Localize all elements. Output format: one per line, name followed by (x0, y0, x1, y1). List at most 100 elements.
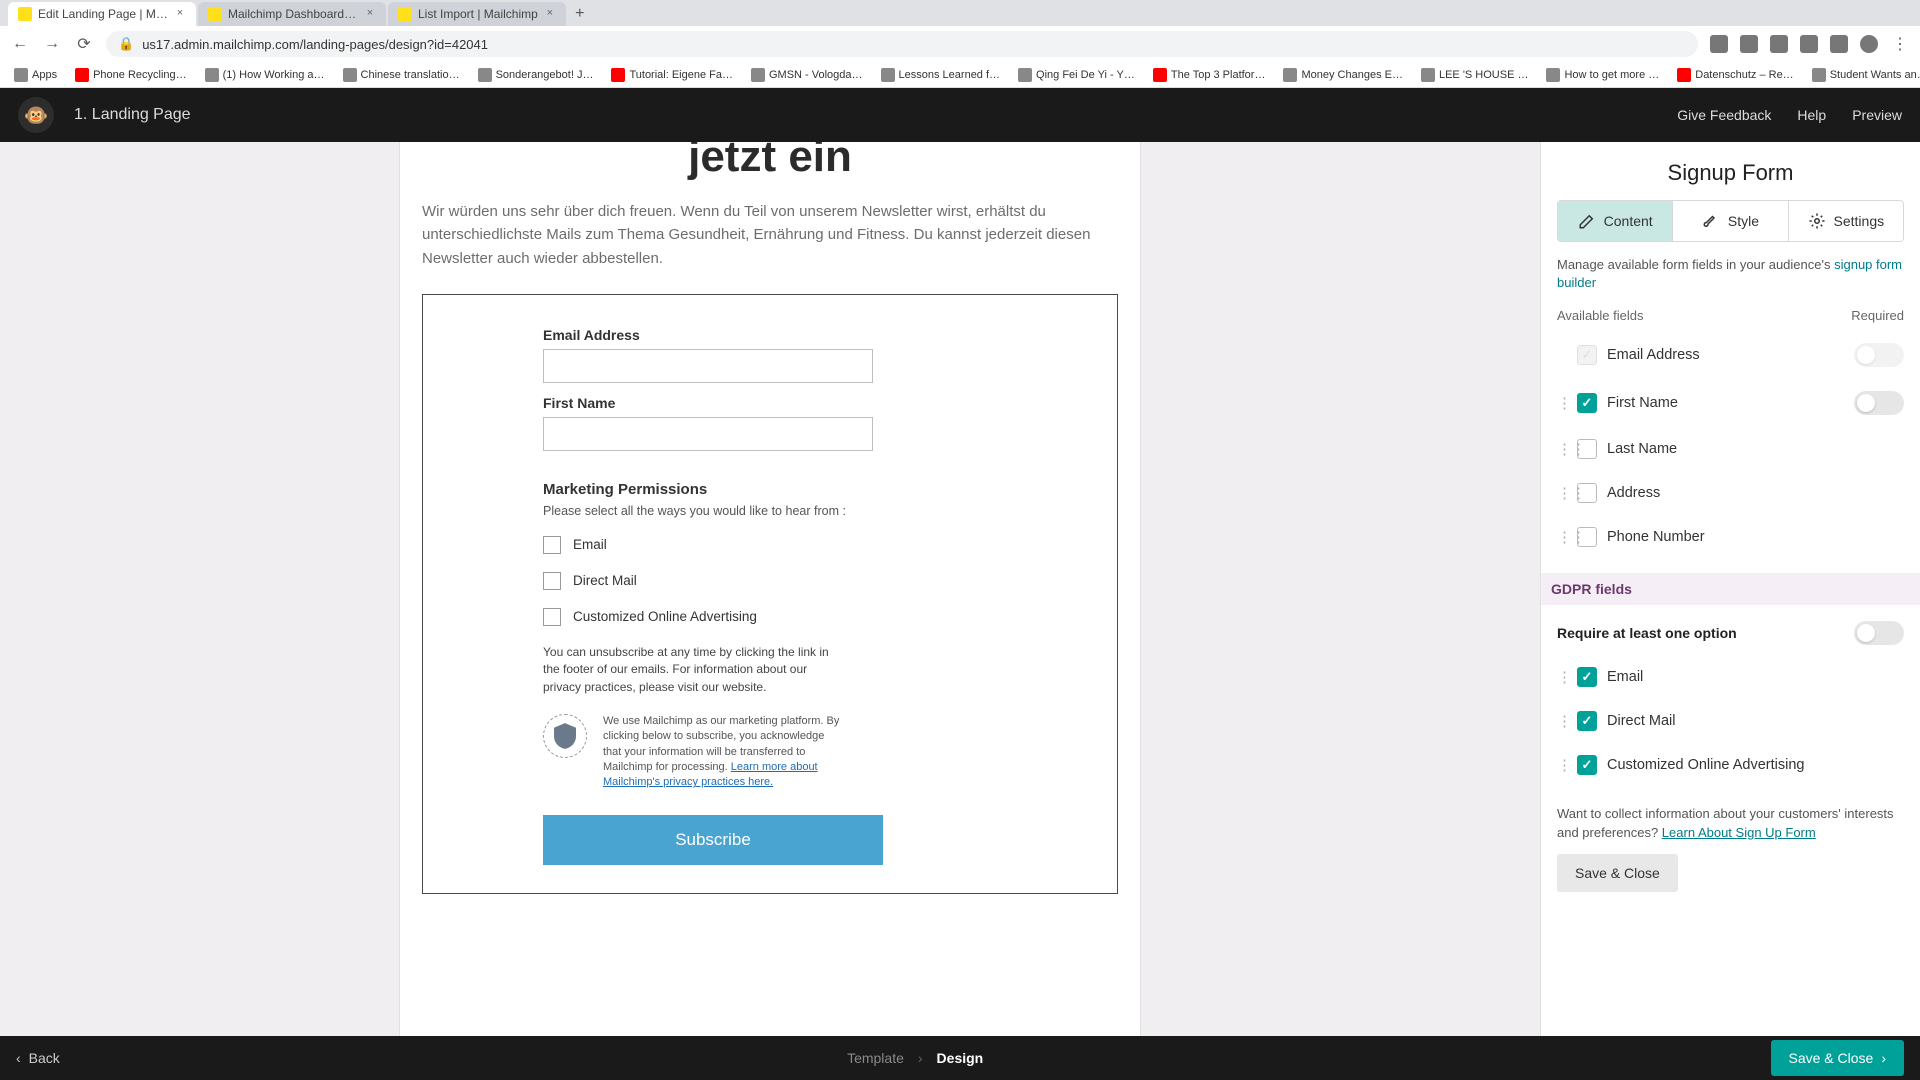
menu-icon[interactable]: ⋮ (1890, 34, 1910, 54)
extension-icon[interactable] (1830, 35, 1848, 53)
bookmark-item[interactable]: Qing Fei De Yi - Y… (1014, 66, 1139, 84)
close-icon[interactable]: × (364, 8, 376, 20)
bookmark-item[interactable]: GMSN - Vologda… (747, 66, 867, 84)
tab-strip: Edit Landing Page | Mailchimp × Mailchim… (0, 0, 1920, 26)
step-design[interactable]: Design (937, 1050, 984, 1066)
email-input[interactable] (543, 349, 873, 383)
bookmark-item[interactable]: The Top 3 Platfor… (1149, 66, 1270, 84)
gdpr-checkbox[interactable] (1577, 667, 1597, 687)
extension-icon[interactable] (1800, 35, 1818, 53)
permission-option[interactable]: Email (543, 536, 997, 554)
reload-icon[interactable]: ⟳ (74, 34, 94, 54)
field-row: ⋮⋮ Last Name (1557, 427, 1904, 471)
drag-handle-icon[interactable]: ⋮⋮ (1557, 534, 1567, 542)
give-feedback-link[interactable]: Give Feedback (1677, 107, 1771, 123)
signup-form-block[interactable]: Email Address First Name Marketing Permi… (422, 294, 1118, 894)
drag-handle-icon[interactable]: ⋮⋮ (1557, 718, 1567, 726)
bookmark-item[interactable]: Money Changes E… (1279, 66, 1407, 84)
drag-handle-icon[interactable]: ⋮⋮ (1557, 490, 1567, 498)
tab-content[interactable]: Content (1558, 201, 1673, 241)
bookmark-item[interactable]: Datenschutz – Re… (1673, 66, 1797, 84)
bookmark-favicon-icon (1546, 68, 1560, 82)
drag-handle-icon[interactable]: ⋮⋮ (1557, 674, 1567, 682)
checkbox-icon[interactable] (543, 572, 561, 590)
checkbox-icon[interactable] (543, 608, 561, 626)
gdpr-checkbox[interactable] (1577, 755, 1597, 775)
gdpr-checkbox[interactable] (1577, 711, 1597, 731)
field-checkbox[interactable] (1577, 439, 1597, 459)
browser-tab[interactable]: Mailchimp Dashboard | Mailch × (198, 2, 386, 26)
bookmark-item[interactable]: Sonderangebot! J… (474, 66, 598, 84)
preview-link[interactable]: Preview (1852, 107, 1902, 123)
mailchimp-logo-icon[interactable]: 🐵 (18, 97, 54, 133)
field-checkbox[interactable] (1577, 483, 1597, 503)
field-checkbox (1577, 345, 1597, 365)
extension-icon[interactable] (1770, 35, 1788, 53)
panel-tabs: Content Style Settings (1557, 200, 1904, 242)
new-tab-button[interactable]: + (568, 2, 592, 26)
field-checkbox[interactable] (1577, 527, 1597, 547)
drag-handle-icon[interactable]: ⋮⋮ (1557, 762, 1567, 770)
browser-tab[interactable]: List Import | Mailchimp × (388, 2, 566, 26)
required-toggle[interactable] (1854, 391, 1904, 415)
address-bar[interactable]: 🔒 us17.admin.mailchimp.com/landing-pages… (106, 31, 1698, 57)
bookmark-item[interactable]: Apps (10, 66, 61, 84)
permission-option[interactable]: Direct Mail (543, 572, 997, 590)
chevron-right-icon: › (1881, 1050, 1886, 1066)
forward-icon[interactable]: → (42, 34, 62, 54)
learn-signup-link[interactable]: Learn About Sign Up Form (1662, 825, 1816, 840)
close-icon[interactable]: × (544, 8, 556, 20)
save-close-label: Save & Close (1789, 1050, 1874, 1066)
bookmark-item[interactable]: How to get more … (1542, 66, 1663, 84)
back-button[interactable]: ‹ Back (16, 1050, 60, 1066)
bookmark-favicon-icon (881, 68, 895, 82)
bookmark-favicon-icon (751, 68, 765, 82)
bookmark-item[interactable]: Chinese translatio… (339, 66, 464, 84)
bookmark-label: Chinese translatio… (361, 69, 460, 81)
bookmark-item[interactable]: Phone Recycling… (71, 66, 191, 84)
bookmark-label: Tutorial: Eigene Fa… (629, 69, 733, 81)
gdpr-header: GDPR fields (1541, 573, 1920, 605)
step-template[interactable]: Template (847, 1050, 904, 1066)
drag-handle-icon[interactable]: ⋮⋮ (1557, 400, 1567, 408)
bookmark-item[interactable]: LEE 'S HOUSE … (1417, 66, 1533, 84)
back-icon[interactable]: ← (10, 34, 30, 54)
subscribe-button[interactable]: Subscribe (543, 815, 883, 865)
gear-icon (1808, 212, 1826, 230)
bookmark-item[interactable]: Lessons Learned f… (877, 66, 1005, 84)
require-one-toggle[interactable] (1854, 621, 1904, 645)
favicon-icon (208, 7, 222, 21)
bookmark-item[interactable]: (1) How Working a… (201, 66, 329, 84)
tab-label: Style (1728, 213, 1759, 229)
url-text: us17.admin.mailchimp.com/landing-pages/d… (142, 37, 488, 52)
tab-title: Mailchimp Dashboard | Mailch (228, 7, 358, 21)
drag-handle-icon[interactable]: ⋮⋮ (1557, 446, 1567, 454)
extension-icon[interactable] (1740, 35, 1758, 53)
first-name-input[interactable] (543, 417, 873, 451)
field-row: ⋮⋮Email Address (1557, 331, 1904, 379)
bookmark-item[interactable]: Tutorial: Eigene Fa… (607, 66, 737, 84)
browser-tab[interactable]: Edit Landing Page | Mailchimp × (8, 2, 196, 26)
tab-style[interactable]: Style (1673, 201, 1788, 241)
tab-settings[interactable]: Settings (1789, 201, 1903, 241)
gdpr-list: ⋮⋮Email⋮⋮Direct Mail⋮⋮Customized Online … (1557, 655, 1904, 787)
gdpr-name: Customized Online Advertising (1607, 757, 1904, 773)
marketing-permissions-sub: Please select all the ways you would lik… (543, 504, 997, 518)
brush-icon (1702, 212, 1720, 230)
close-icon[interactable]: × (174, 8, 186, 20)
help-link[interactable]: Help (1797, 107, 1826, 123)
field-name: Last Name (1607, 441, 1904, 457)
checkbox-icon[interactable] (543, 536, 561, 554)
field-checkbox[interactable] (1577, 393, 1597, 413)
bookmark-item[interactable]: Student Wants an… (1808, 66, 1920, 84)
save-and-close-button[interactable]: Save & Close › (1771, 1040, 1905, 1076)
bookmark-favicon-icon (75, 68, 89, 82)
panel-save-close-button[interactable]: Save & Close (1557, 854, 1678, 892)
gdpr-row: ⋮⋮Direct Mail (1557, 699, 1904, 743)
permission-option[interactable]: Customized Online Advertising (543, 608, 997, 626)
extension-icon[interactable] (1710, 35, 1728, 53)
profile-avatar-icon[interactable] (1860, 35, 1878, 53)
chevron-left-icon: ‹ (16, 1050, 21, 1066)
bookmark-label: Student Wants an… (1830, 69, 1920, 81)
landing-page-card[interactable]: jetzt ein Wir würden uns sehr über dich … (400, 142, 1140, 1036)
